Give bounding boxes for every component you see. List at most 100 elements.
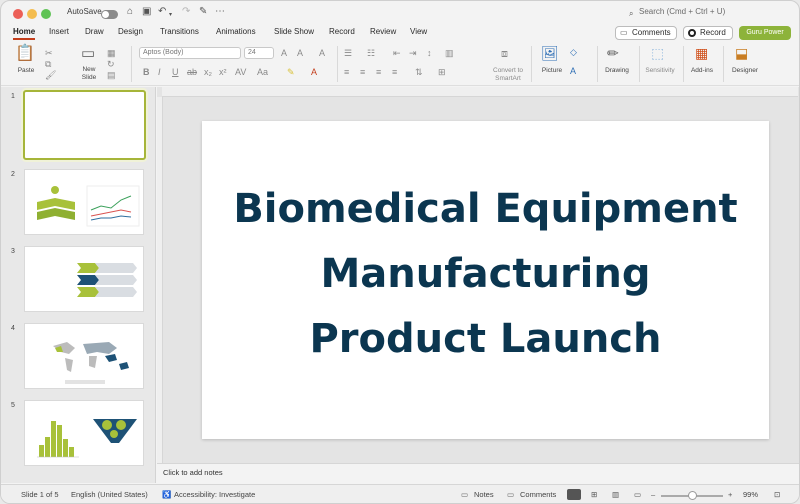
guru-power-button[interactable]: Guru Power xyxy=(739,26,791,40)
smartart-icon[interactable]: ⧈ xyxy=(501,49,508,60)
tab-review[interactable]: Review xyxy=(370,26,396,40)
comments-button[interactable]: ▭ Comments xyxy=(615,26,677,40)
record-button[interactable]: Record xyxy=(683,26,733,40)
textbox-icon[interactable]: A xyxy=(570,66,576,76)
increase-indent-icon[interactable]: ⇥ xyxy=(409,48,417,58)
justify-icon[interactable]: ≡ xyxy=(392,67,397,77)
redo-icon[interactable]: ↷ xyxy=(182,6,190,18)
slide-thumbnail-2[interactable] xyxy=(24,169,144,235)
slide-thumbnail-3[interactable] xyxy=(24,246,144,312)
tab-record[interactable]: Record xyxy=(329,26,355,40)
title-bar: AutoSave ⌂ ▣ ↶ ▾ ↷ ✎ ⋯ ⌕ Search (Cmd + C… xyxy=(1,1,799,25)
notes-button[interactable]: Notes xyxy=(474,490,494,500)
tab-slide-show[interactable]: Slide Show xyxy=(274,26,314,40)
undo-icon[interactable]: ↶ xyxy=(158,6,166,18)
accessibility-status[interactable]: Accessibility: Investigate xyxy=(174,490,255,500)
zoom-level[interactable]: 99% xyxy=(743,490,758,500)
tab-animations[interactable]: Animations xyxy=(216,26,256,40)
decrease-font-icon[interactable]: A xyxy=(297,48,303,58)
zoom-in-icon[interactable]: + xyxy=(728,490,732,500)
more-icon[interactable]: ⋯ xyxy=(215,6,225,18)
slide-show-icon[interactable]: ▭ xyxy=(634,490,641,500)
layout-icon[interactable]: ▦ xyxy=(107,48,116,58)
strikethrough-icon[interactable]: ab xyxy=(187,67,197,77)
reset-icon[interactable]: ↻ xyxy=(107,59,115,69)
undo-dropdown-icon[interactable]: ▾ xyxy=(169,9,172,21)
decrease-indent-icon[interactable]: ⇤ xyxy=(393,48,401,58)
slide-thumbnail-5[interactable] xyxy=(24,400,144,466)
zoom-out-icon[interactable]: – xyxy=(651,490,655,500)
underline-icon[interactable]: U xyxy=(172,67,179,77)
section-icon[interactable]: ▤ xyxy=(107,70,116,80)
close-window-button[interactable] xyxy=(13,9,23,19)
copy-icon[interactable]: ⧉ xyxy=(45,59,51,69)
drawing-icon[interactable]: ✏ xyxy=(607,46,619,60)
histogram-funnel-thumbnail xyxy=(37,419,137,458)
clear-formatting-icon[interactable]: A xyxy=(319,48,325,58)
increase-font-icon[interactable]: A xyxy=(281,48,287,58)
vertical-ruler xyxy=(157,97,163,463)
font-color-icon[interactable]: A xyxy=(311,67,317,77)
slide-title-line-2: Manufacturing xyxy=(320,251,651,297)
superscript-icon[interactable]: x² xyxy=(219,67,227,77)
save-icon[interactable]: ▣ xyxy=(142,6,151,18)
language-status[interactable]: English (United States) xyxy=(71,490,148,500)
change-case-icon[interactable]: Aa xyxy=(257,67,268,77)
new-slide-icon[interactable]: ▭ xyxy=(81,46,95,61)
font-name-field[interactable]: Aptos (Body) xyxy=(139,47,241,59)
columns-icon[interactable]: ▥ xyxy=(445,48,454,58)
bold-icon[interactable]: B xyxy=(143,67,150,77)
character-spacing-icon[interactable]: AV xyxy=(235,67,246,77)
tab-insert[interactable]: Insert xyxy=(49,26,69,40)
divider xyxy=(723,46,724,82)
normal-view-icon[interactable] xyxy=(567,489,581,500)
paste-label: Paste xyxy=(17,67,35,74)
slide-title[interactable]: Biomedical Equipment Manufacturing Produ… xyxy=(202,177,769,372)
subscript-icon[interactable]: x₂ xyxy=(204,67,212,77)
font-size-field[interactable]: 24 xyxy=(244,47,274,59)
slide-thumbnail-4[interactable] xyxy=(24,323,144,389)
paste-icon[interactable]: 📋 xyxy=(15,46,35,62)
search-input[interactable]: Search (Cmd + Ctrl + U) xyxy=(639,7,725,16)
designer-icon[interactable]: ⬓ xyxy=(735,46,748,60)
zoom-slider-handle[interactable] xyxy=(688,491,697,500)
tab-draw[interactable]: Draw xyxy=(85,26,104,40)
comments-status-button[interactable]: Comments xyxy=(520,490,556,500)
autosave-toggle[interactable] xyxy=(101,10,118,19)
minimize-window-button[interactable] xyxy=(27,9,37,19)
slide-editing-area[interactable]: Biomedical Equipment Manufacturing Produ… xyxy=(157,87,799,463)
shapes-icon[interactable]: ◇ xyxy=(570,47,577,57)
slide-sorter-icon[interactable]: ⊞ xyxy=(591,490,597,500)
line-spacing-icon[interactable]: ↕ xyxy=(427,48,432,58)
tab-home[interactable]: Home xyxy=(13,26,36,40)
home-icon[interactable]: ⌂ xyxy=(127,6,133,18)
align-center-icon[interactable]: ≡ xyxy=(360,67,365,77)
sensitivity-icon[interactable]: ⬚ xyxy=(651,46,664,60)
text-direction-icon[interactable]: ⇅ xyxy=(415,67,423,77)
align-right-icon[interactable]: ≡ xyxy=(376,67,381,77)
reading-view-icon[interactable]: ▥ xyxy=(612,490,619,500)
current-slide[interactable]: Biomedical Equipment Manufacturing Produ… xyxy=(202,121,769,439)
cut-icon[interactable]: ✂ xyxy=(45,48,53,58)
maximize-window-button[interactable] xyxy=(41,9,51,19)
notes-input[interactable]: Click to add notes xyxy=(157,463,799,483)
add-ins-icon[interactable]: ▦ xyxy=(695,46,708,60)
fit-to-window-icon[interactable]: ⊡ xyxy=(774,490,780,500)
tab-view[interactable]: View xyxy=(410,26,427,40)
tab-transitions[interactable]: Transitions xyxy=(160,26,199,40)
italic-icon[interactable]: I xyxy=(158,67,161,77)
align-left-icon[interactable]: ≡ xyxy=(344,67,349,77)
align-text-icon[interactable]: ⊞ xyxy=(438,67,446,77)
comments-icon: ▭ xyxy=(507,490,515,499)
autosave-label: AutoSave xyxy=(67,7,102,16)
format-painter-icon[interactable]: 🖌 xyxy=(45,70,56,80)
bullets-icon[interactable]: ☰ xyxy=(344,48,352,58)
highlight-icon[interactable]: ✎ xyxy=(287,67,295,77)
numbering-icon[interactable]: ☷ xyxy=(367,48,375,58)
slide-thumbnail-1[interactable] xyxy=(23,90,146,160)
horizontal-ruler xyxy=(162,87,798,97)
picture-icon[interactable]: 🖼 xyxy=(541,46,559,60)
tab-design[interactable]: Design xyxy=(118,26,143,40)
customize-icon[interactable]: ✎ xyxy=(199,6,207,18)
slide-title-line-1: Biomedical Equipment xyxy=(233,186,738,232)
